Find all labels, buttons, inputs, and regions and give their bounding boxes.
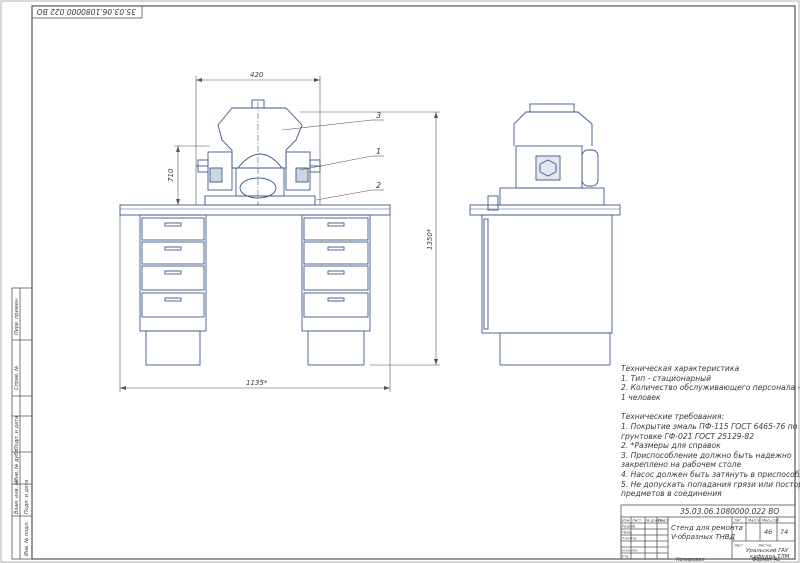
- copied-label: Копировал: [676, 557, 705, 563]
- side-stamp-label: Подп. и дата: [14, 416, 20, 450]
- format-label: Формат А1: [752, 557, 780, 563]
- doc-code: 35.03.06.1080000.022 ВО: [680, 507, 779, 516]
- tech-requirements-line: 3. Приспособление должно быть надежно: [621, 450, 792, 460]
- tech-requirements-line: предметов в соединения: [621, 489, 722, 499]
- title-block-label: Лист: [733, 544, 744, 548]
- dimension-top-width: 420: [250, 71, 264, 79]
- sheet-value-1: 46: [764, 528, 772, 536]
- drawing-title-line-2: V-образных ТНВД: [671, 533, 736, 541]
- tech-characteristics-line: 2. Количество обслуживающего персонала -: [621, 383, 800, 393]
- callout-label: 2: [376, 181, 381, 190]
- front-view: [119, 99, 391, 366]
- title-block-label: Разраб.: [622, 525, 636, 529]
- title-block-label: Н.контр.: [622, 549, 638, 553]
- tech-characteristics-line: 1 человек: [621, 392, 661, 402]
- tech-requirements-heading: Технические требования:: [621, 412, 725, 422]
- side-stamp-label: Взам. инв. №: [14, 480, 20, 514]
- technical-notes: Техническая характеристика 1. Тип - стац…: [621, 364, 800, 499]
- title-block-label: Масса: [748, 519, 759, 523]
- callout-leaders: [281, 119, 384, 201]
- drawing-title-line-1: Стенд для ремонта: [671, 524, 743, 532]
- title-block-label: Подп.: [658, 519, 669, 523]
- title-block-label: Листов: [757, 544, 771, 548]
- title-block-label: Лит.: [733, 519, 742, 523]
- callout-label: 1: [376, 147, 381, 156]
- dimension-right-height: 1350*: [426, 228, 434, 250]
- dimension-left-height: 710: [167, 168, 175, 182]
- top-stamp-text: 35.03.06.1080000.022 ВО: [37, 7, 136, 16]
- title-block-label: Т.контр.: [622, 537, 638, 541]
- title-block-label: Пров.: [622, 531, 632, 535]
- tech-characteristics-line: 1. Тип - стационарный: [621, 373, 712, 383]
- dimension-lines: [119, 76, 440, 392]
- tech-requirements-line: 2. *Размеры для справок: [621, 441, 721, 451]
- tech-characteristics-heading: Техническая характеристика: [621, 364, 740, 373]
- side-stamp-label: Инв. № подл.: [24, 522, 30, 557]
- side-stamp-label: Инв. № дубл.: [14, 448, 20, 482]
- title-block-label: Масштаб: [762, 519, 780, 523]
- dimension-bottom-width: 1135*: [246, 379, 268, 387]
- tech-requirements-line: 5. Не допускать попадания грязи или пост…: [621, 479, 800, 489]
- side-stamp-label: Перв. примен.: [14, 297, 20, 335]
- tech-requirements-line: 4. Насос должен быть затянуть в приспосо…: [621, 469, 800, 479]
- callout-label: 3: [376, 111, 381, 120]
- side-view: [469, 103, 621, 366]
- side-stamp-label: Справ. №: [14, 366, 20, 390]
- tech-requirements-line: 1. Покрытие эмаль ПФ-115 ГОСТ 6465-76 по: [621, 421, 798, 431]
- tech-requirements-line: грунтовке ГФ-021 ГОСТ 25129-82: [621, 431, 755, 441]
- title-block-label: Изм.: [622, 519, 630, 523]
- title-block-label: Утв.: [622, 555, 630, 559]
- tech-requirements-line: закреплено на рабочем столе: [621, 460, 742, 470]
- sheet-value-2: 74: [780, 528, 788, 536]
- title-block-label: Лист: [631, 519, 642, 523]
- side-stamp-label: Подп. и дата: [24, 480, 30, 514]
